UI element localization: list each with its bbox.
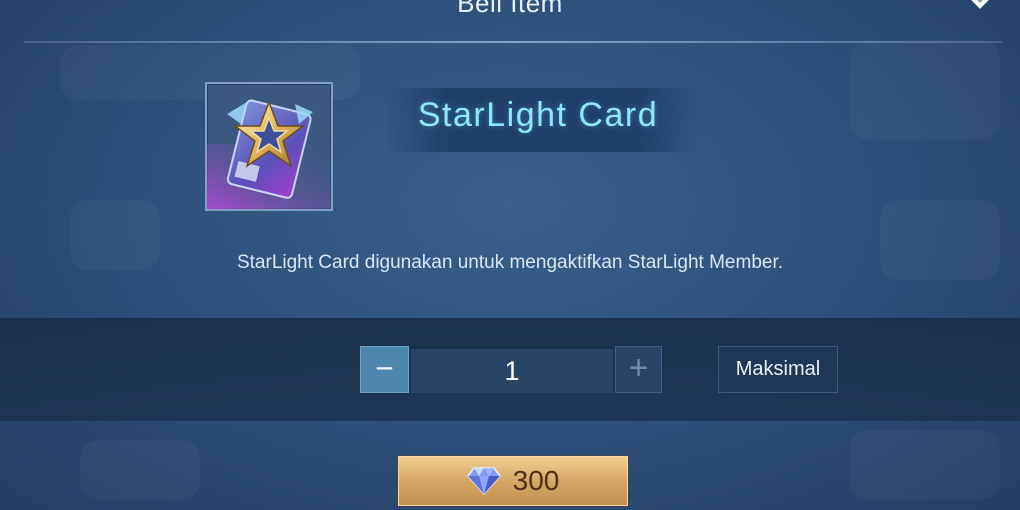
buy-button[interactable]: 300 xyxy=(398,456,628,506)
background-decoration xyxy=(80,440,200,500)
plus-icon: + xyxy=(628,349,649,387)
price-label: 300 xyxy=(512,465,560,496)
item-thumbnail xyxy=(205,82,333,211)
minus-icon: − xyxy=(375,349,394,386)
diamond-icon xyxy=(466,467,501,496)
max-quantity-button[interactable]: Maksimal xyxy=(718,346,838,393)
dialog-title: Beli Item xyxy=(457,0,563,18)
quantity-field[interactable]: 1 xyxy=(411,346,613,393)
decrease-quantity-button[interactable]: − xyxy=(360,346,409,393)
close-icon xyxy=(971,0,989,9)
starlight-card-icon xyxy=(207,99,331,209)
item-name: StarLight Card xyxy=(417,96,659,134)
header-divider xyxy=(24,41,1002,43)
item-description: StarLight Card digunakan untuk mengaktif… xyxy=(236,252,784,273)
background-decoration xyxy=(850,430,1000,500)
close-button[interactable] xyxy=(958,0,1002,22)
increase-quantity-button[interactable]: + xyxy=(615,346,662,393)
background-decoration xyxy=(850,40,1000,140)
